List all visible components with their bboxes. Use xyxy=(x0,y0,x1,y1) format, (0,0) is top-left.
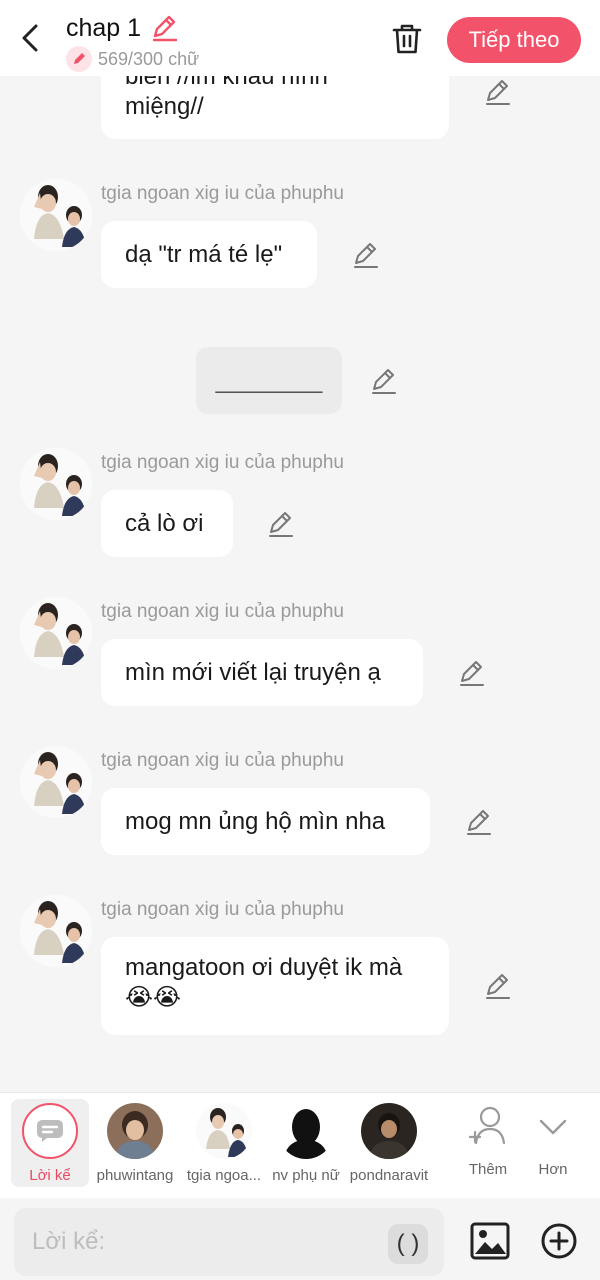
pencil-icon xyxy=(152,15,178,42)
expand-label: Hơn xyxy=(538,1161,568,1178)
avatar-photo xyxy=(20,448,92,520)
parentheses-button[interactable]: ( ) xyxy=(388,1224,428,1264)
trash-icon xyxy=(392,24,422,54)
add-character-icon xyxy=(468,1105,508,1149)
message-emoji: 😭😭 xyxy=(125,984,182,1011)
pencil-icon xyxy=(269,512,293,537)
compose-box: ( ) xyxy=(14,1208,444,1276)
back-button[interactable] xyxy=(18,22,46,54)
character-name: pondnaravit xyxy=(349,1167,429,1184)
pencil-icon xyxy=(354,243,378,268)
character-avatar xyxy=(107,1103,163,1159)
author-name: tgia ngoan xig iu của phuphu xyxy=(101,601,344,622)
top-bar: chap 1 569/300 chữ Tiếp theo xyxy=(0,0,600,76)
image-icon xyxy=(470,1222,510,1260)
edit-message-button[interactable] xyxy=(483,78,511,106)
word-count-text: 569/300 chữ xyxy=(98,48,200,69)
back-arrow-icon xyxy=(22,24,38,52)
word-count: 569/300 chữ xyxy=(66,46,199,72)
next-button[interactable]: Tiếp theo xyxy=(447,17,581,63)
avatar-photo xyxy=(20,746,92,818)
narration-label: Lời kể xyxy=(29,1167,71,1184)
pencil-icon xyxy=(486,974,510,999)
message-bubble[interactable]: mog mn ủng hộ mìn nha xyxy=(101,788,430,855)
avatar-photo xyxy=(20,597,92,669)
narration-bubble[interactable]: ________ xyxy=(196,347,342,414)
character-selector: Lời kể phuwintang tgia ngoa... nv phụ nữ… xyxy=(0,1092,600,1198)
avatar[interactable] xyxy=(20,597,92,669)
avatar[interactable] xyxy=(20,746,92,818)
character-name: tgia ngoa... xyxy=(186,1167,262,1184)
insert-image-button[interactable] xyxy=(470,1222,510,1260)
pencil-icon xyxy=(486,80,510,105)
edit-message-button[interactable] xyxy=(351,241,379,269)
plus-circle-icon xyxy=(541,1223,577,1259)
character-name: phuwintang xyxy=(96,1167,174,1184)
add-content-button[interactable] xyxy=(540,1222,578,1260)
character-avatar xyxy=(361,1103,417,1159)
message-text: dạ "tr má té lẹ" xyxy=(125,240,283,268)
character-item[interactable]: nv phụ nữ xyxy=(268,1093,344,1199)
narration-selector[interactable]: Lời kể xyxy=(11,1099,89,1187)
author-name: tgia ngoan xig iu của phuphu xyxy=(101,750,344,771)
edit-message-button[interactable] xyxy=(483,972,511,1000)
message-bubble[interactable]: mìn mới viết lại truyện ạ xyxy=(101,639,423,706)
message-text: mìn mới viết lại truyện ạ xyxy=(125,658,381,686)
character-avatar xyxy=(196,1103,252,1159)
message-bubble[interactable]: dạ "tr má té lẹ" xyxy=(101,221,317,288)
expand-characters-button[interactable]: Hơn xyxy=(530,1093,576,1199)
message-text-partial: biến //im khẩu hình xyxy=(125,76,328,90)
narration-icon-circle xyxy=(22,1103,78,1159)
author-name: tgia ngoan xig iu của phuphu xyxy=(101,899,344,920)
message-input[interactable] xyxy=(32,1222,372,1262)
message-bubble[interactable]: biến //im khẩu hình miệng// xyxy=(101,76,449,139)
author-name: tgia ngoan xig iu của phuphu xyxy=(101,452,344,473)
edit-message-button[interactable] xyxy=(369,367,397,395)
character-item[interactable]: phuwintang xyxy=(95,1093,175,1199)
chevron-down-icon xyxy=(537,1111,569,1143)
pencil-icon xyxy=(467,810,491,835)
chapter-title[interactable]: chap 1 xyxy=(66,14,141,43)
chat-area[interactable]: biến //im khẩu hình miệng// tgia ngoan x… xyxy=(0,76,600,1092)
message-text: mangatoon ơi duyệt ik mà xyxy=(125,954,403,981)
character-item[interactable]: pondnaravit xyxy=(346,1093,432,1199)
character-avatar xyxy=(278,1103,334,1159)
narration-text: ________ xyxy=(215,366,323,394)
delete-button[interactable] xyxy=(390,22,424,56)
message-text: cả lò ơi xyxy=(125,509,204,537)
pencil-icon xyxy=(372,369,396,394)
add-character-button[interactable]: Thêm xyxy=(462,1093,514,1199)
compose-bar: ( ) xyxy=(0,1198,600,1280)
edit-message-button[interactable] xyxy=(464,808,492,836)
character-item[interactable]: tgia ngoa... xyxy=(178,1093,270,1199)
pencil-icon xyxy=(460,661,484,686)
avatar-photo xyxy=(20,895,92,967)
message-bubble[interactable]: cả lò ơi xyxy=(101,490,233,557)
pencil-badge-icon xyxy=(66,46,92,72)
character-name: nv phụ nữ xyxy=(272,1167,340,1184)
avatar[interactable] xyxy=(20,179,92,251)
avatar[interactable] xyxy=(20,448,92,520)
edit-message-button[interactable] xyxy=(457,659,485,687)
avatar[interactable] xyxy=(20,895,92,967)
avatar-photo xyxy=(20,179,92,251)
author-name: tgia ngoan xig iu của phuphu xyxy=(101,183,344,204)
narration-icon xyxy=(37,1120,63,1142)
message-text: mog mn ủng hộ mìn nha xyxy=(125,807,386,835)
message-text: miệng// xyxy=(125,93,204,120)
edit-title-button[interactable] xyxy=(150,14,178,42)
edit-message-button[interactable] xyxy=(266,510,294,538)
message-bubble[interactable]: mangatoon ơi duyệt ik mà 😭😭 xyxy=(101,937,449,1035)
add-character-label: Thêm xyxy=(468,1161,508,1178)
